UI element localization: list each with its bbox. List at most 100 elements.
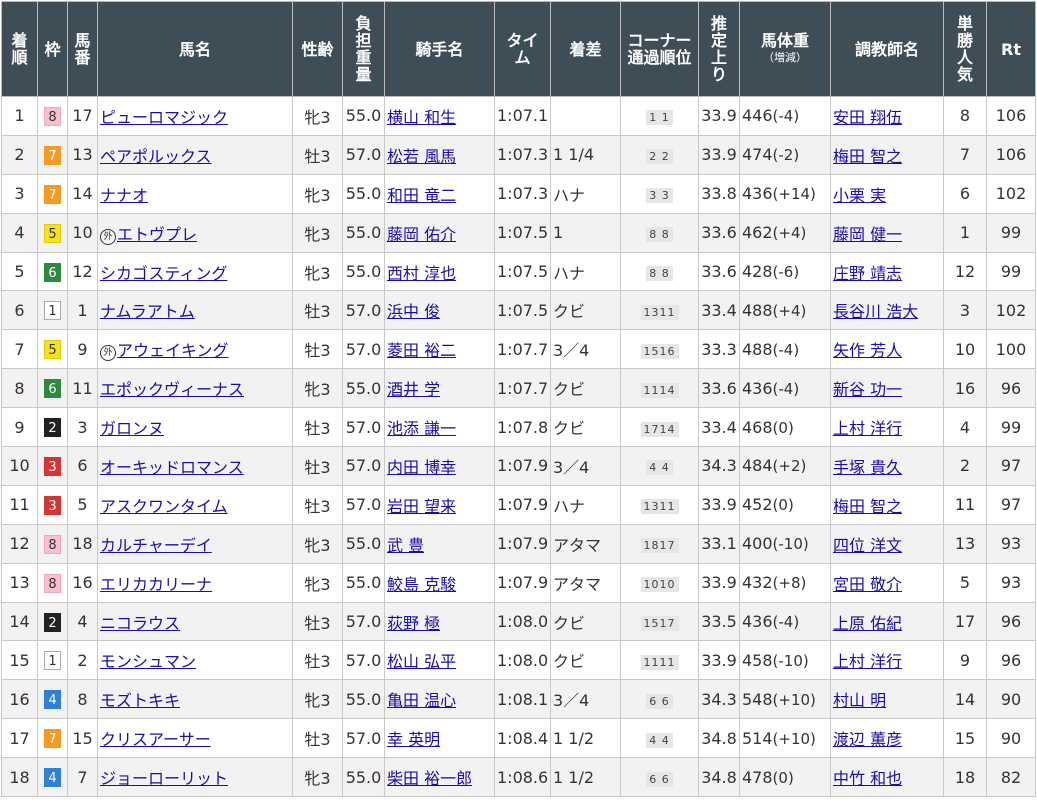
jockey-name-link[interactable]: 武 豊 (387, 536, 424, 555)
horse-name-link[interactable]: シカゴスティング (100, 264, 227, 283)
horse-name-link[interactable]: アウェイキング (117, 341, 229, 360)
jockey-name-link[interactable]: 酒井 学 (387, 380, 440, 399)
header-jockey[interactable]: 騎手名 (384, 1, 495, 97)
trainer-name-link[interactable]: 新谷 功一 (833, 380, 902, 399)
header-line: 上 (710, 48, 727, 67)
trainer-name-link[interactable]: 宮田 敬介 (833, 575, 902, 594)
waku-cell: 4 (37, 679, 68, 720)
jockey-name-link[interactable]: 松若 風馬 (387, 147, 456, 166)
horse-name-link[interactable]: ガロンヌ (100, 419, 164, 438)
body-weight-diff: (0) (772, 418, 794, 437)
trainer-name-link[interactable]: 安田 翔伍 (833, 108, 902, 127)
jockey-name-link[interactable]: 柴田 裕一郎 (387, 769, 472, 788)
trainer-name-link[interactable]: 上村 洋行 (833, 652, 902, 671)
rating-cell: 99 (986, 251, 1036, 292)
trainer-name-link[interactable]: 四位 洋文 (833, 536, 902, 555)
trainer-name-link[interactable]: 藤岡 健一 (833, 225, 902, 244)
header-sexage[interactable]: 性齢 (292, 1, 343, 97)
jockey-name-link[interactable]: 荻野 極 (387, 614, 440, 633)
rating-cell: 96 (986, 601, 1036, 642)
body-weight-cell: 452(0) (739, 484, 831, 525)
jockey-name-link[interactable]: 西村 淳也 (387, 264, 456, 283)
header-umaban[interactable]: 馬番 (67, 1, 98, 97)
waku-cell: 7 (37, 134, 68, 175)
trainer-name-link[interactable]: 手塚 貴久 (833, 458, 902, 477)
popularity-cell: 12 (943, 251, 987, 292)
horse-name-link[interactable]: ニコラウス (100, 614, 180, 633)
trainer-name-link[interactable]: 梅田 智之 (833, 497, 902, 516)
jockey-name-link[interactable]: 幸 英明 (387, 730, 440, 749)
trainer-name-link[interactable]: 上原 佑紀 (833, 614, 902, 633)
body-weight-diff: (+4) (772, 301, 807, 320)
horse-name-link[interactable]: ナナオ (100, 186, 148, 205)
corner-order: 1114 (640, 382, 679, 398)
trainer-name-link[interactable]: 梅田 智之 (833, 147, 902, 166)
header-rating[interactable]: Rt (986, 1, 1036, 97)
jockey-name-link[interactable]: 菱田 裕二 (387, 341, 456, 360)
trainer-name-link[interactable]: 上村 洋行 (833, 419, 902, 438)
sexage-cell: 牝3 (292, 212, 343, 253)
horse-name-link[interactable]: ジョーローリット (100, 769, 228, 788)
jockey-name-link[interactable]: 藤岡 佑介 (387, 225, 456, 244)
jockey-name-link[interactable]: 松山 弘平 (387, 652, 456, 671)
umaban-cell: 14 (67, 173, 98, 214)
sexage-cell: 牝3 (292, 251, 343, 292)
jockey-name-link[interactable]: 岩田 望来 (387, 497, 456, 516)
jockey-name-link[interactable]: 池添 謙一 (387, 419, 456, 438)
jockey-name-link[interactable]: 浜中 俊 (387, 302, 440, 321)
corner-order: 1111 (640, 654, 679, 670)
rank-cell: 11 (1, 484, 38, 525)
trainer-name-link[interactable]: 庄野 靖志 (833, 264, 902, 283)
trainer-name-link[interactable]: 小栗 実 (833, 186, 886, 205)
umaban-cell: 8 (67, 679, 98, 720)
horse-name-link[interactable]: モズトキキ (100, 691, 180, 710)
corner-order: 1010 (640, 577, 679, 593)
horse-name-link[interactable]: エリカカリーナ (100, 575, 212, 594)
jockey-name-link[interactable]: 鮫島 克駿 (387, 575, 456, 594)
trainer-name-link[interactable]: 中竹 和也 (833, 769, 902, 788)
horse-name-link[interactable]: エポックヴィーナス (100, 380, 244, 399)
trainer-name-link[interactable]: 長谷川 浩大 (833, 302, 918, 321)
header-waku[interactable]: 枠 (37, 1, 68, 97)
weight-cell: 57.0 (342, 407, 385, 448)
jockey-cell: 荻野 極 (384, 601, 495, 642)
header-weight[interactable]: 負担重量 (342, 1, 385, 97)
header-trainer[interactable]: 調教師名 (830, 1, 944, 97)
horse-name-link[interactable]: ナムラアトム (100, 302, 195, 321)
horse-name-link[interactable]: オーキッドロマンス (100, 458, 244, 477)
header-last3f[interactable]: 推定上り (698, 1, 740, 97)
header-time[interactable]: タイム (494, 1, 551, 97)
horse-name-link[interactable]: アスクワンタイム (100, 497, 228, 516)
table-row: 2 7 13 ペアポルックス 牡3 57.0 松若 風馬 1:07.3 1 1/4 2 2 33.9… (1, 134, 1036, 175)
trainer-cell: 村山 明 (830, 679, 944, 720)
horse-name-link[interactable]: エトヴプレ (117, 225, 197, 244)
horse-name-link[interactable]: クリスアーサー (100, 730, 211, 749)
header-popularity[interactable]: 単勝人気 (943, 1, 987, 97)
trainer-name-link[interactable]: 矢作 芳人 (833, 341, 902, 360)
header-rank[interactable]: 着順 (1, 1, 38, 97)
header-line: タイ (506, 31, 539, 50)
header-body-weight[interactable]: 馬体重 （増減） (739, 1, 831, 97)
corner-cell: 4 4 (620, 446, 699, 486)
weight-cell: 55.0 (342, 757, 385, 798)
body-weight-value: 474 (742, 145, 773, 165)
jockey-name-link[interactable]: 内田 博幸 (387, 458, 456, 477)
trainer-name-link[interactable]: 渡辺 薫彦 (833, 730, 902, 749)
jockey-name-link[interactable]: 横山 和生 (387, 108, 456, 127)
popularity-cell: 2 (943, 446, 987, 486)
header-horse[interactable]: 馬名 (97, 1, 293, 97)
rating-cell: 90 (986, 679, 1036, 720)
horse-name-link[interactable]: カルチャーデイ (100, 536, 212, 555)
trainer-cell: 梅田 智之 (830, 484, 944, 525)
header-margin[interactable]: 着差 (550, 1, 621, 97)
trainer-name-link[interactable]: 村山 明 (833, 691, 886, 710)
body-weight-value: 446 (742, 106, 773, 126)
horse-name-link[interactable]: ペアポルックス (100, 147, 212, 166)
margin-cell: ハナ (550, 251, 621, 292)
jockey-name-link[interactable]: 亀田 温心 (387, 691, 456, 710)
jockey-name-link[interactable]: 和田 竜二 (387, 186, 456, 205)
header-corner[interactable]: コーナー 通過順位 (620, 1, 699, 97)
horse-name-link[interactable]: ピューロマジック (100, 108, 228, 127)
horse-name-link[interactable]: モンシュマン (100, 652, 196, 671)
waku-badge: 8 (44, 106, 61, 126)
